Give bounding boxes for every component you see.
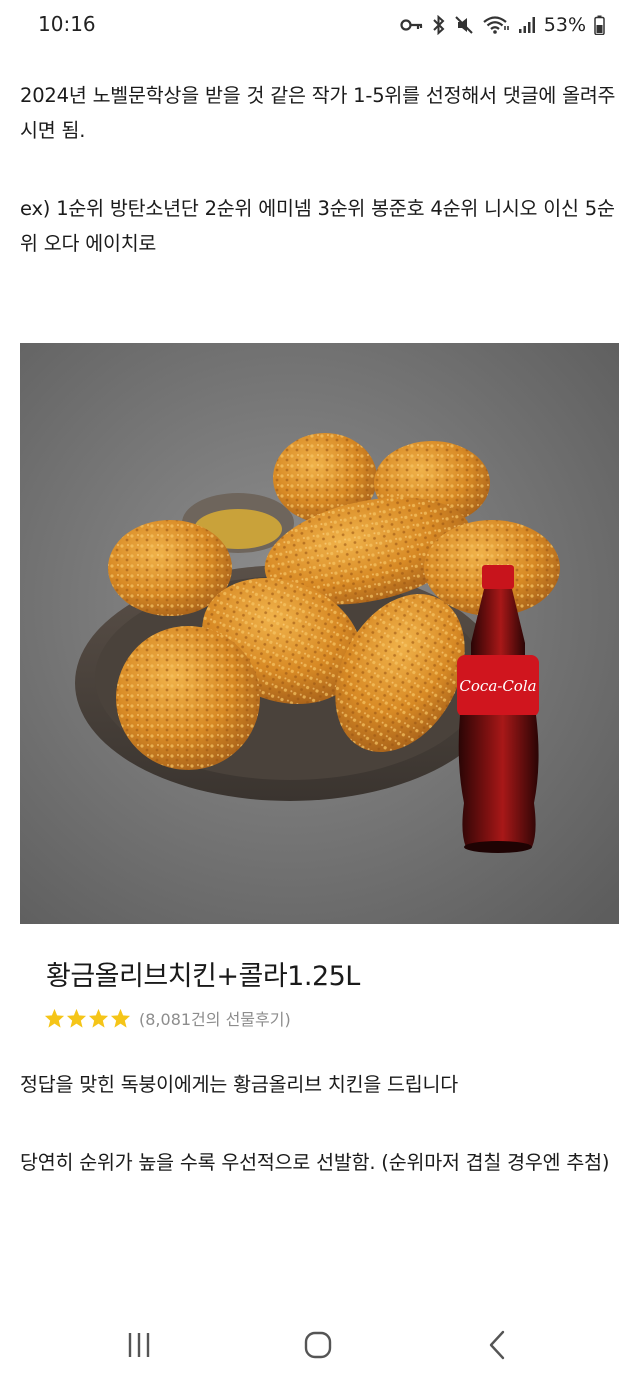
navigation-bar: [0, 1300, 639, 1385]
review-count[interactable]: (8,081건의 선물후기): [139, 1006, 291, 1030]
back-icon: [489, 1330, 505, 1360]
home-icon: [304, 1331, 332, 1359]
post-paragraph-example: ex) 1순위 방탄소년단 2순위 에미넴 3순위 봉준호 4순위 니시오 이신…: [20, 197, 615, 255]
status-time: 10:16: [38, 12, 96, 36]
signal-icon: [518, 16, 536, 34]
star-icon: [110, 1008, 131, 1028]
home-button[interactable]: [288, 1322, 348, 1368]
mute-icon: [454, 15, 474, 35]
bluetooth-icon: [432, 15, 446, 35]
recent-apps-button[interactable]: [109, 1322, 169, 1368]
star-icon: [44, 1008, 65, 1028]
back-button[interactable]: [467, 1322, 527, 1368]
star-icon: [88, 1008, 109, 1028]
product-image: Coca-Cola: [20, 343, 619, 924]
post-paragraph-prize: 정답을 맞힌 독붕이에게는 황금올리브 치킨을 드립니다: [20, 1073, 459, 1096]
status-icons: 53%: [400, 12, 605, 38]
post-paragraph-rules: 당연히 순위가 높을 수록 우선적으로 선발함. (순위마저 겹칠 경우엔 추첨…: [20, 1151, 610, 1174]
battery-percentage: 53%: [543, 14, 586, 36]
battery-icon: [594, 15, 605, 35]
product-name[interactable]: 황금올리브치킨+콜라1.25L: [46, 954, 360, 993]
status-bar: 10:16 53%: [0, 0, 639, 50]
rating-stars: [44, 1008, 131, 1028]
post-paragraph-intro: 2024년 노벨문학상을 받을 것 같은 작가 1-5위를 선정해서 댓글에 올…: [20, 84, 616, 142]
recent-apps-icon: [128, 1333, 150, 1357]
wifi-icon: [482, 15, 510, 35]
key-icon: [400, 18, 424, 32]
rating-row: (8,081건의 선물후기): [44, 1006, 291, 1030]
star-icon: [66, 1008, 87, 1028]
svg-text:Coca-Cola: Coca-Cola: [459, 677, 536, 695]
